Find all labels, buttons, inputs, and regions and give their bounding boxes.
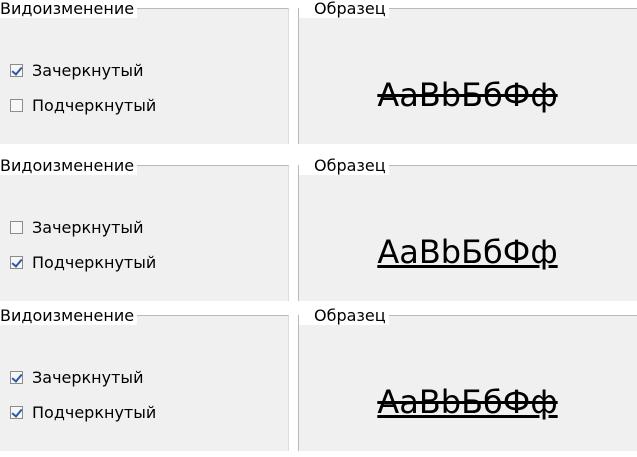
checkbox-box[interactable] (10, 63, 23, 77)
checkmark-icon (11, 370, 23, 383)
sample-group-title: Образец (299, 0, 389, 18)
strikethrough-label[interactable]: Зачеркнутый (32, 368, 143, 387)
checkbox-box[interactable] (10, 220, 23, 234)
sample-preview-text: AaBbБбФф (377, 76, 558, 114)
effects-group-title: Видоизменение (0, 0, 138, 18)
checkbox-box[interactable] (10, 98, 23, 112)
checkbox-box[interactable] (10, 370, 23, 384)
underline-checkbox[interactable]: Подчеркнутый (10, 252, 156, 272)
sample-preview-text: AaBbБбФф (377, 233, 558, 271)
strikethrough-label[interactable]: Зачеркнутый (32, 61, 143, 80)
underline-label[interactable]: Подчеркнутый (32, 403, 156, 422)
underline-label[interactable]: Подчеркнутый (32, 253, 156, 272)
font-effects-panel-3: Видоизменение Образец Зачеркнутый Подчер… (0, 307, 637, 457)
font-effects-panel-2: Видоизменение Образец Зачеркнутый Подчер… (0, 157, 637, 307)
strikethrough-checkbox[interactable]: Зачеркнутый (10, 60, 143, 80)
checkmark-icon (11, 405, 23, 418)
strikethrough-checkbox[interactable]: Зачеркнутый (10, 367, 143, 387)
sample-preview-text: AaBbБбФф (377, 383, 558, 421)
checkmark-icon (11, 255, 23, 268)
sample-group-title: Образец (299, 157, 389, 175)
sample-group-title: Образец (299, 307, 389, 325)
strikethrough-label[interactable]: Зачеркнутый (32, 218, 143, 237)
effects-group-title: Видоизменение (0, 157, 138, 175)
underline-checkbox[interactable]: Подчеркнутый (10, 95, 156, 115)
checkmark-icon (11, 63, 23, 76)
strikethrough-checkbox[interactable]: Зачеркнутый (10, 217, 143, 237)
checkbox-box[interactable] (10, 255, 23, 269)
underline-checkbox[interactable]: Подчеркнутый (10, 402, 156, 422)
underline-label[interactable]: Подчеркнутый (32, 96, 156, 115)
font-effects-panel-1: Видоизменение Образец Зачеркнутый Подчер… (0, 0, 637, 150)
checkbox-box[interactable] (10, 405, 23, 419)
effects-group-title: Видоизменение (0, 307, 138, 325)
